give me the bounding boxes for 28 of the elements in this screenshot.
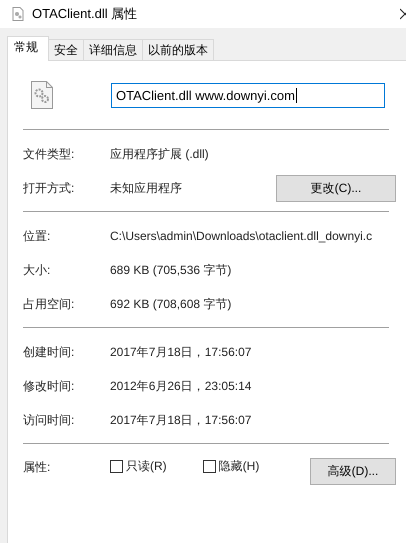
field-label: 创建时间: — [23, 344, 76, 360]
checkbox[interactable]: 隐藏(H) — [202, 458, 260, 475]
field-value: 689 KB (705,536 字节) — [110, 262, 232, 278]
field-value: 2017年7月18日，17:56:07 — [110, 412, 252, 428]
close-icon[interactable] — [400, 8, 406, 20]
field-label: 访问时间: — [23, 412, 76, 428]
change-button[interactable]: 更改(C)... — [276, 174, 396, 202]
field-label: 属性: — [23, 459, 52, 476]
field-label: 打开方式: — [23, 180, 76, 196]
window-title: OTAClient.dll 属性 — [32, 5, 138, 23]
field-label: 位置: — [23, 228, 52, 244]
field-value: 2017年7月18日，17:56:07 — [110, 344, 252, 360]
field-label: 修改时间: — [23, 378, 76, 394]
field-value: 692 KB (708,608 字节) — [110, 296, 232, 312]
advanced-button[interactable]: 高级(D)... — [310, 458, 396, 485]
field-value: 应用程序扩展 (.dll) — [110, 146, 209, 162]
field-value: 2012年6月26日，23:05:14 — [110, 378, 252, 394]
tab[interactable]: 常规 — [7, 36, 49, 61]
field-value: 未知应用程序 — [110, 180, 182, 196]
file-name-field[interactable]: OTAClient.dll www.downyi.com — [111, 82, 385, 108]
tab[interactable]: 以前的版本 — [142, 39, 214, 60]
field-label: 文件类型: — [23, 146, 76, 162]
file-icon — [12, 7, 24, 21]
field-label: 大小: — [23, 262, 52, 278]
checkbox[interactable]: 只读(R) — [110, 458, 167, 475]
field-label: 占用空间: — [23, 296, 76, 312]
field-value: C:\Users\admin\Downloads\otaclient.dll_downyi.c — [110, 229, 372, 243]
gear-file-icon — [31, 81, 53, 109]
